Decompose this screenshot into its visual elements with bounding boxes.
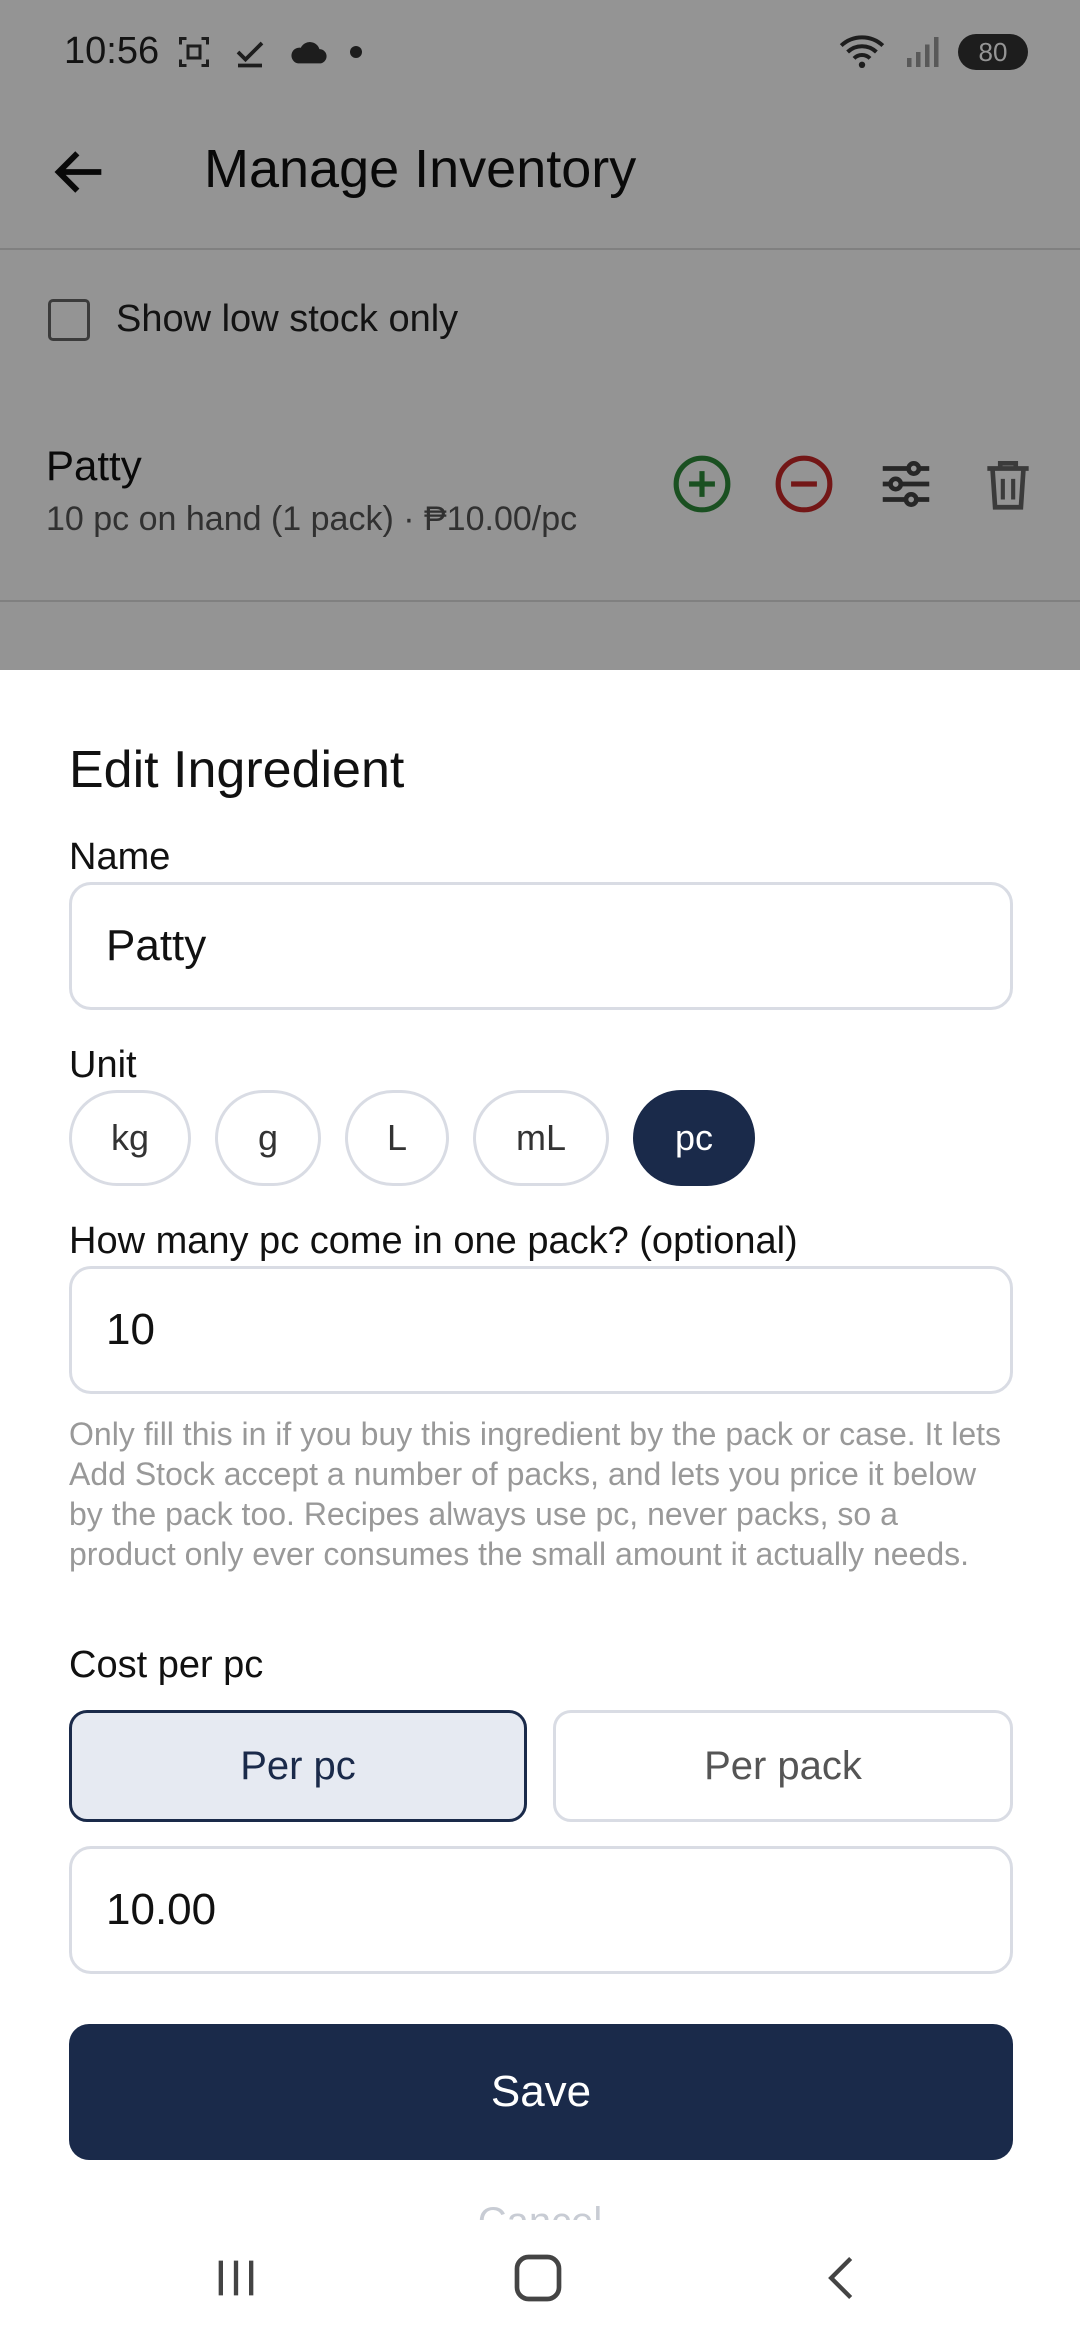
edit-ingredient-sheet: Edit Ingredient Name Patty Unit kg g L m… [0,670,1080,2340]
pack-size-field[interactable]: 10 [69,1266,1013,1394]
cost-label: Cost per pc [69,1644,264,1686]
unit-chip-pc[interactable]: pc [633,1090,755,1186]
unit-chip-ml[interactable]: mL [473,1090,609,1186]
pack-help-text: Only fill this in if you buy this ingred… [69,1416,1001,1572]
cost-mode-per-pack[interactable]: Per pack [553,1710,1013,1822]
recent-apps-icon [218,2260,254,2296]
cost-mode-per-pc[interactable]: Per pc [69,1710,527,1822]
cost-field[interactable]: 10.00 [69,1846,1013,1974]
unit-chip-l[interactable]: L [345,1090,449,1186]
unit-chip-g[interactable]: g [215,1090,321,1186]
sheet-title: Edit Ingredient [69,741,405,799]
home-button[interactable] [502,2246,574,2310]
nav-back-button[interactable] [806,2246,878,2310]
modal-scrim[interactable] [0,0,1080,670]
pack-size-label: How many pc come in one pack? (optional) [69,1220,798,1262]
home-icon [514,2254,562,2302]
chevron-left-icon [828,2256,853,2300]
recent-apps-button[interactable] [200,2246,272,2310]
unit-label: Unit [69,1044,137,1086]
name-label: Name [69,836,171,878]
name-field[interactable]: Patty [69,882,1013,1010]
system-nav-bar [0,2220,1080,2340]
unit-selector: kg g L mL pc [69,1090,755,1186]
save-button[interactable]: Save [69,2024,1013,2160]
unit-chip-kg[interactable]: kg [69,1090,191,1186]
